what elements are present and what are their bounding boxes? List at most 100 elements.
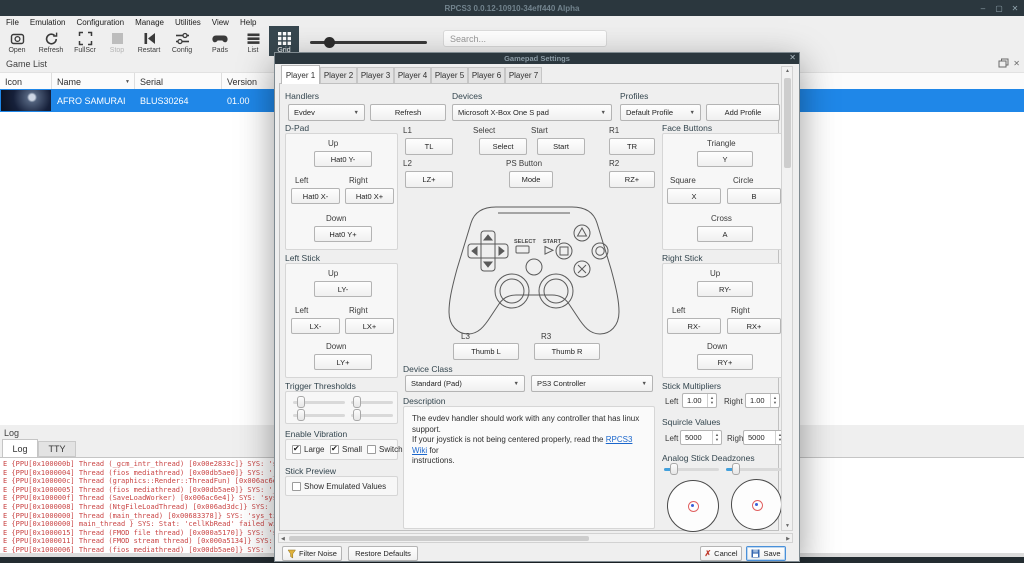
restore-defaults-button[interactable]: Restore Defaults	[348, 546, 418, 561]
dpad-up-bind-button[interactable]: Hat0 Y-	[314, 151, 372, 167]
slider-handle[interactable]	[324, 37, 335, 48]
r2-threshold-slider[interactable]	[293, 414, 345, 417]
config-button[interactable]: Config	[167, 29, 197, 56]
minimize-icon[interactable]: –	[976, 1, 990, 15]
tab-player-2[interactable]: Player 2	[320, 67, 357, 84]
scroll-down-icon[interactable]: ▼	[785, 523, 790, 529]
column-header-name[interactable]: Name▼	[52, 73, 135, 90]
vibration-large-checkbox[interactable]: Large	[292, 445, 324, 454]
handler-select[interactable]: Evdev▼	[288, 104, 365, 121]
multiplier-right-spinbox[interactable]: 1.00▲▼	[745, 393, 780, 408]
scroll-up-icon[interactable]: ▲	[785, 68, 790, 74]
menu-manage[interactable]: Manage	[135, 18, 164, 27]
dialog-vertical-scrollbar[interactable]: ▲ ▼	[781, 66, 793, 531]
show-emulated-values-checkbox[interactable]: Show Emulated Values	[292, 482, 386, 491]
tab-player-5[interactable]: Player 5	[431, 67, 468, 84]
scroll-right-icon[interactable]: ▶	[786, 536, 790, 542]
squircle-left-spinbox[interactable]: 5000▲▼	[680, 430, 722, 445]
cancel-button[interactable]: ✗ Cancel	[700, 546, 742, 561]
right-stick-up-bind-button[interactable]: RY-	[697, 281, 753, 297]
vibration-switch-checkbox[interactable]: Switch	[367, 445, 403, 454]
close-panel-icon[interactable]: ✕	[1013, 59, 1020, 68]
spinner-arrows-icon[interactable]: ▲▼	[712, 431, 721, 444]
spinner-arrows-icon[interactable]: ▲▼	[770, 394, 779, 407]
menu-emulation[interactable]: Emulation	[30, 18, 66, 27]
right-stick-down-bind-button[interactable]: RY+	[697, 354, 753, 370]
search-input[interactable]	[443, 30, 607, 47]
pads-button[interactable]: Pads	[205, 29, 235, 56]
r2-bind-button[interactable]: RZ+	[609, 171, 655, 188]
refresh-button[interactable]: Refresh	[36, 29, 66, 56]
vertical-scroll-thumb[interactable]	[784, 78, 791, 168]
filter-noise-button[interactable]: Filter Noise	[282, 546, 342, 561]
left-stick-down-bind-button[interactable]: LY+	[314, 354, 372, 370]
l3-bind-button[interactable]: Thumb L	[453, 343, 519, 360]
right-stick-left-bind-button[interactable]: RX-	[667, 318, 721, 334]
circle-bind-button[interactable]: B	[727, 188, 781, 204]
l2-preview-slider[interactable]	[351, 401, 393, 404]
select-bind-button[interactable]: Select	[479, 138, 527, 155]
r1-bind-button[interactable]: TR	[609, 138, 655, 155]
ps-bind-button[interactable]: Mode	[509, 171, 553, 188]
left-deadzone-slider[interactable]	[664, 468, 719, 471]
r2-preview-slider[interactable]	[351, 414, 393, 417]
column-header-serial[interactable]: Serial	[135, 73, 222, 90]
maximize-icon[interactable]: ▢	[992, 1, 1006, 15]
close-icon[interactable]: ✕	[1008, 1, 1022, 15]
dialog-horizontal-scrollbar[interactable]: ◀ ▶	[278, 533, 793, 543]
tab-player-4[interactable]: Player 4	[394, 67, 431, 84]
open-button[interactable]: Open	[2, 29, 32, 56]
left-stick-up-bind-button[interactable]: LY-	[314, 281, 372, 297]
r3-bind-button[interactable]: Thumb R	[534, 343, 600, 360]
device-select[interactable]: Microsoft X-Box One S pad▼	[452, 104, 612, 121]
restart-button[interactable]: Restart	[134, 29, 164, 56]
left-stick-left-bind-button[interactable]: LX-	[291, 318, 340, 334]
controller-type-select[interactable]: PS3 Controller▼	[531, 375, 653, 392]
start-bind-button[interactable]: Start	[537, 138, 585, 155]
squircle-right-spinbox[interactable]: 5000▲▼	[743, 430, 785, 445]
l2-threshold-slider[interactable]	[293, 401, 345, 404]
multiplier-right-label: Right	[724, 397, 743, 406]
icon-size-slider[interactable]	[310, 41, 427, 44]
square-bind-button[interactable]: X	[667, 188, 721, 204]
dpad-down-bind-button[interactable]: Hat0 Y+	[314, 226, 372, 242]
fullscreen-button[interactable]: FullScr	[70, 29, 100, 56]
menu-configuration[interactable]: Configuration	[76, 18, 124, 27]
l2-bind-button[interactable]: LZ+	[405, 171, 453, 188]
dialog-close-icon[interactable]: ✕	[789, 53, 796, 62]
left-stick-right-bind-button[interactable]: LX+	[345, 318, 394, 334]
multiplier-left-spinbox[interactable]: 1.00▲▼	[682, 393, 717, 408]
right-stick-right-bind-button[interactable]: RX+	[727, 318, 781, 334]
l1-bind-button[interactable]: TL	[405, 138, 453, 155]
tab-player-7[interactable]: Player 7	[505, 67, 542, 84]
menu-view[interactable]: View	[212, 18, 229, 27]
horizontal-scroll-thumb[interactable]	[289, 536, 589, 541]
tab-log[interactable]: Log	[2, 439, 38, 457]
menu-help[interactable]: Help	[240, 18, 256, 27]
right-deadzone-slider[interactable]	[726, 468, 782, 471]
list-view-button[interactable]: List	[238, 29, 268, 56]
device-class-select[interactable]: Standard (Pad)▼	[405, 375, 525, 392]
left-stick-right-label: Right	[349, 306, 368, 315]
column-header-icon[interactable]: Icon	[0, 73, 52, 90]
profile-select[interactable]: Default Profile▼	[620, 104, 701, 121]
tab-tty[interactable]: TTY	[38, 441, 76, 457]
left-stick-left-label: Left	[295, 306, 308, 315]
triangle-bind-button[interactable]: Y	[697, 151, 753, 167]
tab-player-6[interactable]: Player 6	[468, 67, 505, 84]
tab-player-3[interactable]: Player 3	[357, 67, 394, 84]
save-button[interactable]: Save	[746, 546, 786, 561]
scroll-left-icon[interactable]: ◀	[281, 536, 285, 542]
dpad-group-title: D-Pad	[285, 123, 309, 133]
float-panel-icon[interactable]	[998, 58, 1009, 69]
dpad-left-bind-button[interactable]: Hat0 X-	[291, 188, 340, 204]
add-profile-button[interactable]: Add Profile	[706, 104, 780, 121]
menu-utilities[interactable]: Utilities	[175, 18, 201, 27]
menu-file[interactable]: File	[6, 18, 19, 27]
dpad-right-bind-button[interactable]: Hat0 X+	[345, 188, 394, 204]
spinner-arrows-icon[interactable]: ▲▼	[707, 394, 716, 407]
refresh-devices-button[interactable]: Refresh	[370, 104, 446, 121]
vibration-small-checkbox[interactable]: Small	[330, 445, 362, 454]
cross-bind-button[interactable]: A	[697, 226, 753, 242]
tab-player-1[interactable]: Player 1	[281, 65, 320, 84]
